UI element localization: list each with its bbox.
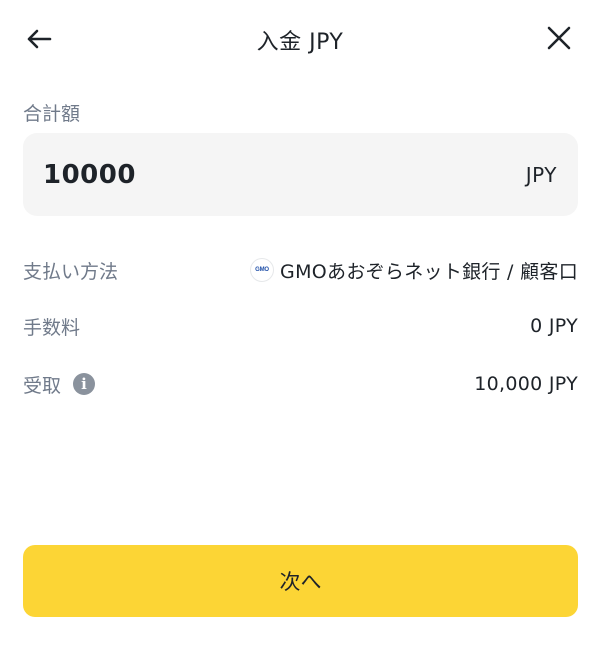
fee-row: 手数料 0 JPY xyxy=(23,311,578,341)
page-title: 入金 JPY xyxy=(256,30,344,55)
info-icon[interactable]: i xyxy=(73,373,96,395)
receive-label-group: 受取 i xyxy=(23,371,96,398)
payment-method-value: GMOあおぞらネット銀行 / 顧客口 xyxy=(280,260,578,283)
close-icon xyxy=(547,26,571,50)
receive-value: 10,000 JPY xyxy=(474,373,578,395)
header: 入金 JPY xyxy=(0,0,600,76)
amount-value[interactable]: 10000 xyxy=(43,160,136,190)
payment-method-value-group: GMO GMOあおぞらネット銀行 / 顧客口 xyxy=(250,257,578,284)
payment-method-label: 支払い方法 xyxy=(23,260,119,283)
payment-method-row: 支払い方法 GMO GMOあおぞらネット銀行 / 顧客口 xyxy=(23,255,578,285)
amount-label: 合計額 xyxy=(23,103,81,125)
receive-label: 受取 xyxy=(23,374,62,397)
fee-value: 0 JPY xyxy=(530,315,578,337)
next-button[interactable]: 次へ xyxy=(23,545,578,617)
amount-input[interactable]: 10000 JPY xyxy=(23,133,578,216)
bank-logo: GMO xyxy=(250,258,275,282)
amount-currency: JPY xyxy=(525,162,557,187)
fee-label: 手数料 xyxy=(23,316,81,339)
close-button[interactable] xyxy=(544,23,574,53)
receive-row: 受取 i 10,000 JPY xyxy=(23,369,578,399)
